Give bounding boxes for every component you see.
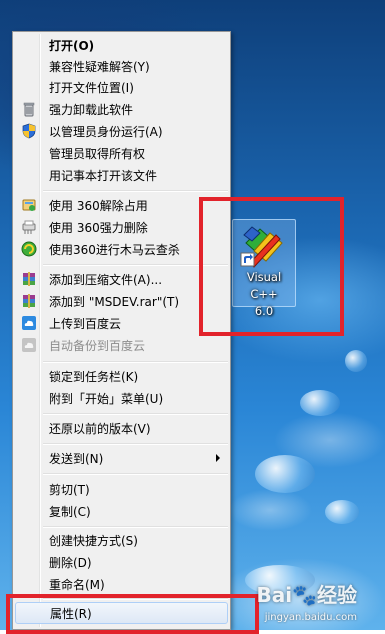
menu-item-auto-backup-baidu-cloud[interactable]: 自动备份到百度云 [15,335,228,355]
winrar-icon [23,294,35,308]
trash-icon [23,102,35,117]
menu-item-open-with-notepad[interactable]: 用记事本打开该文件 [15,165,228,185]
menu-item-pin-to-taskbar[interactable]: 锁定到任务栏(K) [15,366,228,386]
menu-item-label: 添加到压缩文件(A)... [49,272,163,287]
menu-separator [43,413,228,415]
menu-item-take-ownership[interactable]: 管理员取得所有权 [15,143,228,163]
baidu-cloud-icon [22,316,36,330]
menu-item-open-file-location[interactable]: 打开文件位置(I) [15,77,228,97]
menu-item-label: 复制(C) [49,504,91,519]
uac-shield-icon [22,123,36,139]
water-drop [255,455,315,493]
menu-item-add-to-archive[interactable]: 添加到压缩文件(A)... [15,269,228,289]
menu-item-pin-to-start[interactable]: 附到「开始」菜单(U) [15,388,228,408]
360-unlock-icon [22,199,36,211]
menu-item-label: 还原以前的版本(V) [49,421,151,436]
menu-item-label: 锁定到任务栏(K) [49,369,139,384]
menu-item-label: 管理员取得所有权 [49,146,146,161]
highlight-box-shortcut [199,197,344,336]
highlight-box-properties [6,594,259,634]
menu-separator [43,473,228,475]
menu-item-label: 使用360进行木马云查杀 [49,242,180,257]
menu-item-label: 以管理员身份运行(A) [49,124,163,139]
menu-item-label: 自动备份到百度云 [49,338,146,353]
winrar-icon [23,272,35,286]
menu-item-label: 剪切(T) [49,482,90,497]
menu-item-label: 重命名(M) [49,577,105,592]
menu-separator [43,190,228,192]
menu-item-label: 附到「开始」菜单(U) [49,391,164,406]
menu-item-label: 发送到(N) [49,451,104,466]
menu-item-label: 打开文件位置(I) [49,80,134,95]
menu-separator [43,361,228,363]
menu-item-add-to-msdev-rar[interactable]: 添加到 "MSDEV.rar"(T) [15,291,228,311]
menu-item-360-force-delete[interactable]: 使用 360强力删除 [15,217,228,237]
menu-item-create-shortcut[interactable]: 创建快捷方式(S) [15,530,228,550]
360-shred-icon [22,220,36,234]
menu-item-rename[interactable]: 重命名(M) [15,574,228,594]
menu-item-label: 上传到百度云 [49,316,122,331]
menu-item-360-trojan-scan[interactable]: 使用360进行木马云查杀 [15,239,228,259]
menu-item-upload-baidu-cloud[interactable]: 上传到百度云 [15,313,228,333]
menu-item-run-as-admin[interactable]: 以管理员身份运行(A) [15,121,228,141]
baidu-cloud-icon [22,338,36,352]
360-scan-icon [21,241,37,257]
water-drop [345,350,367,372]
watermark-brand: Bai [256,583,293,607]
water-drop [300,390,340,416]
menu-item-compat-troubleshoot[interactable]: 兼容性疑难解答(Y) [15,56,228,76]
menu-item-360-unlock[interactable]: 使用 360解除占用 [15,195,228,215]
menu-item-label: 使用 360解除占用 [49,198,148,213]
menu-item-label: 删除(D) [49,555,92,570]
watermark-url: jingyan.baidu.com [264,612,357,623]
baidu-jingyan-watermark: Bai🐾经验 [256,579,357,608]
menu-separator [43,526,228,528]
menu-item-label: 打开(O) [49,38,95,53]
submenu-arrow-icon [216,454,220,462]
menu-item-label: 兼容性疑难解答(Y) [49,59,150,74]
paw-icon: 🐾 [292,583,317,607]
menu-item-label: 用记事本打开该文件 [49,168,158,183]
menu-item-restore-previous-versions[interactable]: 还原以前的版本(V) [15,418,228,438]
water-drop [325,500,359,524]
menu-item-label: 添加到 "MSDEV.rar"(T) [49,294,180,309]
menu-item-cut[interactable]: 剪切(T) [15,479,228,499]
menu-item-copy[interactable]: 复制(C) [15,501,228,521]
menu-item-label: 创建快捷方式(S) [49,533,138,548]
menu-separator [43,443,228,445]
menu-item-send-to[interactable]: 发送到(N) [15,448,228,468]
menu-item-open[interactable]: 打开(O) [15,35,228,55]
watermark-brand-2: 经验 [317,583,357,607]
menu-item-label: 强力卸载此软件 [49,102,134,117]
menu-item-label: 使用 360强力删除 [49,220,148,235]
menu-item-force-uninstall[interactable]: 强力卸载此软件 [15,99,228,119]
menu-item-delete[interactable]: 删除(D) [15,552,228,572]
